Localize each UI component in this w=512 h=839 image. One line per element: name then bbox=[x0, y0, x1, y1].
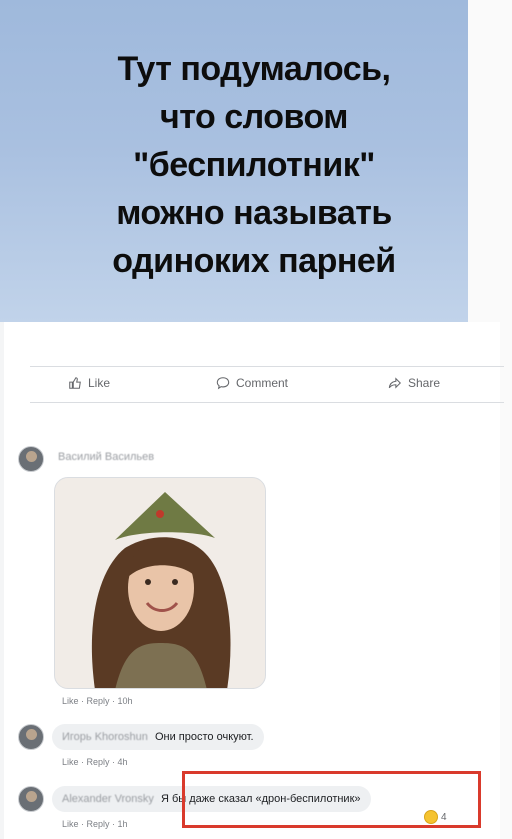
comment-meta[interactable]: Like · Reply · 10h bbox=[62, 696, 133, 706]
post-line: что словом bbox=[160, 98, 348, 136]
comment-label: Comment bbox=[236, 376, 289, 390]
post-line: одиноких парней bbox=[112, 242, 396, 280]
like-button[interactable]: Like bbox=[68, 376, 110, 390]
comment-button[interactable]: Comment bbox=[216, 376, 288, 390]
thumbs-up-icon bbox=[69, 377, 81, 389]
like-label: Like bbox=[88, 376, 111, 390]
avatar[interactable] bbox=[18, 786, 44, 812]
post-image: Тут подумалось, что словом "беспилотник"… bbox=[0, 0, 468, 322]
comment-icon bbox=[216, 377, 230, 390]
woman-portrait-image bbox=[55, 478, 265, 688]
highlight-box bbox=[182, 771, 481, 828]
comment-bubble: Игорь Khoroshun Они просто очкуют. bbox=[52, 724, 264, 750]
post-line: "беспилотник" bbox=[133, 146, 375, 184]
comment-meta[interactable]: Like · Reply · 4h bbox=[62, 757, 128, 767]
divider bbox=[30, 402, 504, 403]
post-line: Тут подумалось, bbox=[117, 50, 391, 88]
avatar[interactable] bbox=[18, 446, 44, 472]
avatar[interactable] bbox=[18, 724, 44, 750]
comment-photo[interactable] bbox=[54, 477, 266, 689]
comment-bubble: Василий Васильев bbox=[52, 446, 164, 468]
comment: Игорь Khoroshun Они просто очкуют. bbox=[18, 724, 264, 750]
divider bbox=[30, 366, 504, 367]
comment-text: Они просто очкуют. bbox=[154, 731, 254, 743]
comment-author[interactable]: Василий Васильев bbox=[58, 450, 154, 464]
share-icon bbox=[388, 377, 401, 389]
action-bar: Like Comment Share bbox=[0, 370, 500, 400]
comment: Василий Васильев bbox=[18, 446, 164, 472]
comment-meta[interactable]: Like · Reply · 1h bbox=[62, 819, 128, 829]
post-line: можно называть bbox=[116, 194, 392, 232]
comment-author[interactable]: Alexander Vronsky bbox=[62, 792, 154, 806]
comment-author[interactable]: Игорь Khoroshun bbox=[62, 730, 148, 744]
share-label: Share bbox=[408, 376, 441, 390]
post-text: Тут подумалось, что словом "беспилотник"… bbox=[112, 45, 396, 285]
share-button[interactable]: Share bbox=[388, 376, 440, 390]
